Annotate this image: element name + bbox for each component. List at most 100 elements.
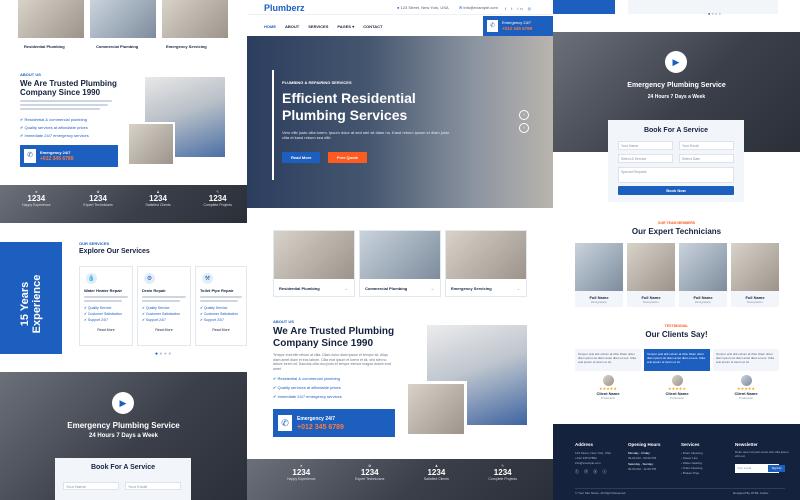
team-member-photo — [679, 243, 727, 291]
booking-title: Book For A Service — [90, 464, 156, 471]
service-tile-label: Emergency Servicing — [451, 286, 492, 291]
service-tile[interactable]: Emergency Servicing → — [445, 230, 527, 297]
footer-designed-by: Designed By HTML Codex — [733, 491, 769, 495]
booking-email-field[interactable]: Your Email — [679, 141, 734, 150]
play-icon[interactable]: ▶ — [665, 51, 687, 73]
service-tile-image — [90, 0, 156, 38]
drain-icon: ⚙ — [144, 273, 155, 284]
service-card[interactable]: ⚙ Drain Repair ✔ Quality Service ✔ Custo… — [137, 266, 191, 346]
carousel-next-icon[interactable]: › — [519, 123, 529, 133]
hero-free-quote-button[interactable]: Free Quote — [328, 152, 368, 163]
about-check: ✔ Residential & commercial plumbing — [273, 376, 340, 381]
about-eyebrow: ABOUT US — [20, 72, 41, 77]
service-tile-label: Commercial Plumbing — [365, 286, 408, 291]
map-pin-icon: ● — [397, 5, 400, 10]
testimonial-client: ★★★★★ Client Name Profession — [575, 375, 641, 401]
header-strip — [553, 0, 615, 14]
about-title-line: Company Since 1990 — [273, 338, 374, 349]
stat-label: Complete Projects — [488, 477, 517, 481]
footer-address-line: info@example.com — [575, 461, 601, 465]
carousel-dots[interactable]: ● ● ● ● — [155, 351, 171, 357]
about-image-small — [405, 381, 467, 437]
stats-row: ★ 1234 Happy Experience ✿ 1234 Expert Techni… — [287, 464, 517, 481]
booking-field[interactable]: Your Name — [63, 482, 119, 490]
hero-frame-line — [272, 70, 274, 180]
nav-emergency-label: Emergency 24/7 — [502, 20, 532, 25]
newsletter-signup-button[interactable]: SignUp — [768, 465, 785, 472]
service-tile-label[interactable]: Commercial Plumbing — [96, 44, 138, 50]
service-tile-label: Residential Plumbing — [279, 286, 320, 291]
service-tile[interactable]: Residential Plumbing → — [273, 230, 355, 297]
team-eyebrow: OUR TEAM MEMBERS — [657, 221, 696, 225]
stat-item: ✎ 1234 Complete Projects — [203, 190, 232, 207]
carousel-prev-icon[interactable]: ‹ — [519, 110, 529, 120]
stat-value: 1234 — [427, 468, 446, 477]
testimonial-client: ★★★★★ Client Name Profession — [644, 375, 710, 401]
services-title: Explore Our Services — [79, 248, 150, 255]
nav-item-pages[interactable]: PAGES ▾ — [337, 24, 354, 29]
client-role: Profession — [600, 396, 616, 400]
nav-item-services[interactable]: SERVICES — [308, 24, 328, 29]
about-emergency-box[interactable]: ✆ Emergency 24/7 +012 345 6789 — [273, 409, 395, 437]
nav-item-home[interactable]: HOME — [264, 24, 276, 29]
services-eyebrow: OUR SERVICES — [79, 241, 110, 246]
about-emergency-box[interactable]: ✆ Emergency 24/7 +012 345 6789 — [20, 145, 118, 167]
hero-body: Vero elitr justo clita lorem. Ipsum dolo… — [282, 130, 450, 140]
emergency-banner-subtitle: 24 Hours 7 Days a Week — [89, 433, 158, 439]
testimonial-quote: Tempor erat elitr rebum at clita. Diam d… — [713, 349, 779, 371]
social-icons: f t in ◎ — [505, 6, 534, 11]
play-icon[interactable]: ▶ — [112, 392, 134, 414]
service-card-button[interactable]: Read More — [142, 328, 186, 333]
stat-value: 1234 — [208, 194, 227, 203]
team-member-card[interactable]: Full Name Designation — [679, 243, 727, 307]
stat-label: Expert Technicians — [355, 477, 385, 481]
about-title: We Are Trusted Plumbing Company Since 19… — [273, 326, 394, 350]
mail-icon: ✉ — [459, 5, 463, 10]
hero-title: Efficient Residential Plumbing Services — [282, 90, 416, 124]
stat-value: 1234 — [89, 194, 107, 203]
service-tile[interactable]: Commercial Plumbing → — [359, 230, 441, 297]
about-title-line: Company Since 1990 — [20, 88, 101, 97]
booking-form: Book For A Service Your Name Your Email … — [608, 120, 744, 202]
team-member-card[interactable]: Full Name Designation — [575, 243, 623, 307]
service-tile-image — [274, 231, 354, 279]
hero-eyebrow: PLUMBING & REPAIRING SERVICES — [282, 80, 352, 85]
booking-title: Book For A Service — [643, 127, 709, 134]
service-card[interactable]: 💧 Water Heater Repair ✔ Quality Service … — [79, 266, 133, 346]
stat-label: Satisfied Clients — [145, 203, 171, 207]
about-eyebrow: ABOUT US — [273, 319, 294, 324]
stat-item: ♟ 1234 Satisfied Clients — [424, 464, 449, 481]
book-now-button[interactable]: Book Now — [618, 186, 734, 195]
service-card[interactable]: ⚒ Toilet Pipe Repair ✔ Quality Service ✔… — [195, 266, 247, 346]
service-tile-label[interactable]: Residential Plumbing — [24, 44, 65, 50]
booking-name-field[interactable]: Your Name — [618, 141, 673, 150]
nav-emergency-box[interactable]: ✆ Emergency 24/7 +012 345 6789 — [483, 16, 553, 36]
booking-date-field[interactable]: Select Date — [679, 154, 734, 163]
booking-field[interactable]: Your Email — [125, 482, 181, 490]
brand-logo[interactable]: Plumberz — [264, 3, 305, 13]
stats-row: ★ 1234 Happy Experience ✿ 1234 Expert Techni… — [22, 190, 232, 207]
nav-emergency-phone: +012 345 6789 — [502, 26, 533, 31]
team-member-card[interactable]: Full Name Designation — [627, 243, 675, 307]
nav-item-contact[interactable]: CONTACT — [363, 24, 382, 29]
carousel-dots[interactable]: ● ● ● ● — [708, 11, 721, 16]
service-card-button[interactable]: Read More — [200, 328, 242, 333]
about-check: ✔ Quality services at affordable prices — [273, 385, 341, 390]
client-avatar — [671, 375, 683, 386]
service-tile-label[interactable]: Emergency Servicing — [166, 44, 207, 50]
footer: Address 123 Street, New York, USA +012 3… — [553, 424, 800, 500]
service-card-title: Water Heater Repair — [84, 288, 123, 293]
about-body: Tempor erat elitr rebum at clita. Diam d… — [273, 353, 391, 371]
stat-item: ♟ 1234 Satisfied Clients — [145, 190, 170, 207]
booking-request-field[interactable]: Special Request — [618, 167, 734, 183]
team-member-card[interactable]: Full Name Designation — [731, 243, 779, 307]
footer-service-link[interactable]: › Broken Pipe — [681, 471, 699, 476]
hero-read-more-button[interactable]: Read More — [282, 152, 321, 163]
footer-social-icons[interactable]: ⓣ ⓕ ⓨ ⓘ — [575, 469, 608, 475]
booking-service-select[interactable]: Select A Service — [618, 154, 673, 163]
service-card-button[interactable]: Read More — [84, 328, 128, 333]
nav-item-about[interactable]: ABOUT — [285, 24, 299, 29]
service-feature: ✔ Support 24/7 — [200, 318, 224, 322]
about-body-lines — [20, 100, 112, 110]
emergency-label: Emergency 24/7 — [40, 150, 71, 155]
